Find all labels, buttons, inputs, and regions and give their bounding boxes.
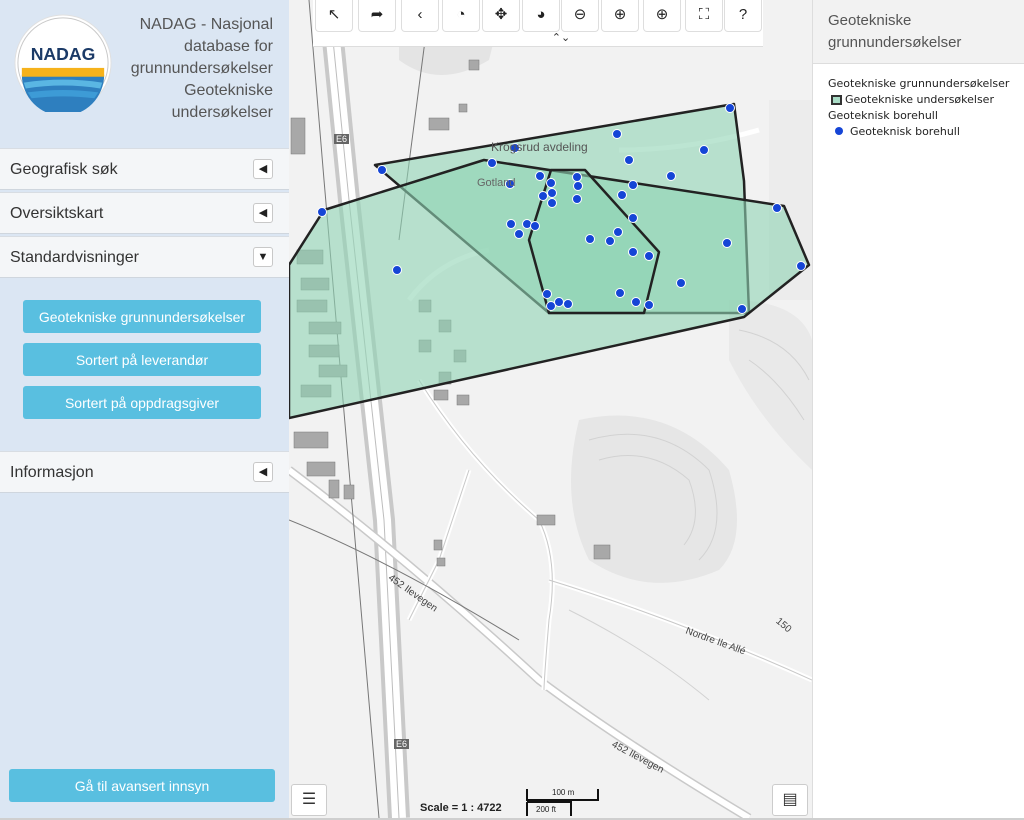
app-title-line: grunnundersøkelser	[130, 60, 273, 77]
fullscreen-icon[interactable]: ⛶	[685, 0, 723, 32]
legend-item: Geoteknisk borehull	[828, 124, 1024, 140]
legend-panel: Geotekniske grunnundersøkelser Geoteknis…	[812, 0, 1024, 818]
back-chevron-icon[interactable]: ‹	[401, 0, 439, 32]
legend-body: Geotekniske grunnundersøkelser Geoteknis…	[813, 64, 1024, 140]
globe-icon[interactable]: ◕	[522, 0, 560, 32]
app-title-line: undersøkelser	[171, 104, 273, 121]
legend-item: Geotekniske undersøkelser	[828, 92, 1024, 108]
zoom-in-icon[interactable]: ⊕	[601, 0, 639, 32]
select-arrow-icon[interactable]: ↖	[315, 0, 353, 32]
view-oppdragsgiver-button[interactable]: Sortert på oppdragsgiver	[23, 386, 261, 419]
legend-toggle-icon[interactable]: ▤	[772, 784, 808, 816]
legend-item-label: Geotekniske undersøkelser	[845, 93, 994, 106]
legend-title-line: grunnundersøkelser	[828, 34, 962, 51]
app-title-line: database for	[184, 38, 273, 55]
accordion-label: Standardvisninger	[10, 249, 139, 266]
map-toolbar: ↖ ➦ ‹ ◔ ✥ ◕ ⊖ ⊕ ⊕ ⛶ ? ⌃⌄	[313, 0, 763, 47]
road-shield-e6: E6	[394, 739, 410, 749]
view-geotekniske-button[interactable]: Geotekniske grunnundersøkelser	[23, 300, 261, 333]
accordion-label: Geografisk søk	[10, 161, 118, 178]
measure-icon[interactable]: ◔	[442, 0, 480, 32]
view-leverandor-button[interactable]: Sortert på leverandør	[23, 343, 261, 376]
app-header: NADAG NADAG - Nasjonal database for grun…	[0, 0, 289, 148]
legend-group-label: Geoteknisk borehull	[828, 109, 938, 122]
help-icon[interactable]: ?	[724, 0, 762, 32]
accordion-informasjon[interactable]: Informasjon ◀	[0, 451, 289, 493]
map-view[interactable]: Krogsrud avdeling Gotland E6 E6 452 Ilev…	[289, 0, 812, 818]
map-canvas[interactable]	[289, 0, 812, 818]
scale-meters: 100 m	[552, 788, 575, 797]
logo-text: NADAG	[31, 44, 96, 64]
accordion-standardvisninger[interactable]: Standardvisninger ▼	[0, 236, 289, 278]
legend-title-line: Geotekniske	[828, 12, 912, 29]
chevron-left-icon[interactable]: ◀	[253, 159, 273, 179]
redo-arrow-icon[interactable]: ➦	[358, 0, 396, 32]
place-label: Krogsrud avdeling	[491, 140, 588, 154]
legend-title: Geotekniske grunnundersøkelser	[813, 0, 1024, 64]
app-title: NADAG - Nasjonal database for grunnunder…	[123, 14, 273, 124]
chevron-left-icon[interactable]: ◀	[253, 462, 273, 482]
advanced-view-button[interactable]: Gå til avansert innsyn	[9, 769, 275, 802]
point-swatch-icon	[835, 127, 843, 135]
nadag-logo[interactable]: NADAG	[14, 14, 112, 112]
app-title-line: NADAG - Nasjonal	[139, 16, 273, 33]
pan-icon[interactable]: ✥	[482, 0, 520, 32]
app-title-line: Geotekniske	[184, 82, 273, 99]
toolbar-collapse-icon[interactable]: ⌃⌄	[549, 32, 573, 46]
chevron-down-icon[interactable]: ▼	[253, 247, 273, 267]
zoom-out-icon[interactable]: ⊖	[561, 0, 599, 32]
legend-item-label: Geoteknisk borehull	[850, 125, 960, 138]
accordion-label: Informasjon	[10, 464, 94, 481]
layers-icon[interactable]: ☰	[291, 784, 327, 816]
accordion-label: Oversiktskart	[10, 205, 104, 222]
zoom-box-icon[interactable]: ⊕	[643, 0, 681, 32]
scale-feet: 200 ft	[536, 805, 557, 814]
place-label: Gotland	[477, 177, 516, 189]
road-shield-e6: E6	[334, 134, 350, 144]
legend-group-label: Geotekniske grunnundersøkelser	[828, 77, 1010, 90]
accordion-geografisk-sok[interactable]: Geografisk søk ◀	[0, 148, 289, 190]
sidebar: NADAG NADAG - Nasjonal database for grun…	[0, 0, 290, 820]
accordion-oversiktskart[interactable]: Oversiktskart ◀	[0, 192, 289, 234]
scale-text: Scale = 1 : 4722	[420, 802, 502, 814]
polygon-swatch-icon	[831, 95, 842, 105]
standard-views-panel: Geotekniske grunnundersøkelser Sortert p…	[0, 280, 289, 451]
scale-bar: 100 m 200 ft	[526, 788, 600, 818]
chevron-left-icon[interactable]: ◀	[253, 203, 273, 223]
